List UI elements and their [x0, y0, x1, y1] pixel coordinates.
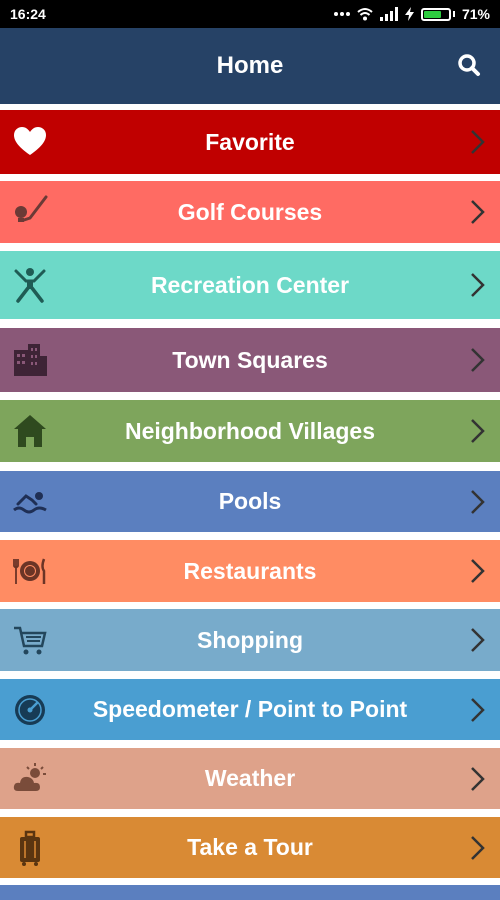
menu-item-label: Shopping: [196, 626, 304, 653]
weather-icon: [12, 761, 48, 797]
menu-item-label: Recreation Center: [150, 271, 350, 298]
golf-icon: [12, 194, 48, 230]
chevron-right-icon: [468, 271, 488, 299]
menu-item-recreation-center[interactable]: Recreation Center: [0, 251, 500, 319]
chevron-right-icon: [468, 488, 488, 516]
heart-icon: [12, 124, 48, 160]
battery-icon: [420, 7, 455, 21]
menu-item-label: Pools: [218, 488, 282, 514]
menu-item-restaurants[interactable]: Restaurants: [0, 540, 500, 602]
search-icon[interactable]: [456, 52, 482, 78]
menu-item-neighborhood-villages[interactable]: Neighborhood Villages: [0, 400, 500, 462]
status-bar: 16:24 71%: [0, 0, 500, 28]
chevron-right-icon: [468, 417, 488, 445]
chevron-right-icon: [468, 626, 488, 654]
person-icon: [12, 267, 48, 303]
chevron-right-icon: [468, 128, 488, 156]
page-title: Home: [216, 52, 284, 79]
status-icons: 71%: [333, 6, 490, 22]
menu-item-take-a-tour[interactable]: Take a Tour: [0, 817, 500, 878]
dining-icon: [12, 553, 48, 589]
chevron-right-icon: [468, 346, 488, 374]
chevron-right-icon: [468, 557, 488, 585]
menu-item-label: Neighborhood Villages: [124, 417, 376, 444]
menu-item-label: Town Squares: [172, 346, 328, 373]
battery-percent: 71%: [461, 6, 490, 22]
menu-item-golf-courses[interactable]: Golf Courses: [0, 181, 500, 243]
menu-item-label: Favorite: [205, 128, 295, 155]
cart-icon: [12, 622, 48, 658]
chevron-right-icon: [468, 198, 488, 226]
menu-item-partial[interactable]: [0, 885, 500, 900]
menu-item-label: Speedometer / Point to Point: [92, 696, 408, 722]
app-header: Home: [0, 28, 500, 104]
chevron-right-icon: [468, 834, 488, 862]
wifi-icon: [357, 8, 373, 21]
menu-item-favorite[interactable]: Favorite: [0, 110, 500, 174]
menu-item-speedometer[interactable]: Speedometer / Point to Point: [0, 679, 500, 740]
status-time: 16:24: [10, 6, 46, 22]
menu-item-label: Restaurants: [183, 557, 317, 584]
swimmer-icon: [12, 484, 48, 520]
more-dots-icon: [333, 12, 350, 16]
menu-item-town-squares[interactable]: Town Squares: [0, 328, 500, 392]
signal-icon: [379, 7, 398, 21]
gauge-icon: [12, 692, 48, 728]
luggage-icon: [12, 830, 48, 866]
charging-icon: [404, 7, 414, 21]
menu-item-weather[interactable]: Weather: [0, 748, 500, 809]
chevron-right-icon: [468, 765, 488, 793]
menu-item-shopping[interactable]: Shopping: [0, 609, 500, 671]
menu-item-label: Take a Tour: [187, 834, 313, 860]
chevron-right-icon: [468, 696, 488, 724]
menu-item-label: Weather: [204, 765, 296, 791]
buildings-icon: [12, 342, 48, 378]
house-icon: [12, 413, 48, 449]
menu-item-label: Golf Courses: [177, 198, 323, 225]
menu-item-pools[interactable]: Pools: [0, 471, 500, 532]
